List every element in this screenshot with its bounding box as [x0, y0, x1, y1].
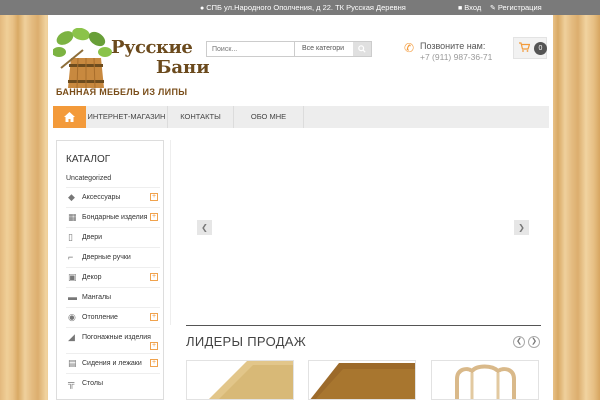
chevron-right-icon: ❯ — [531, 338, 537, 345]
nav-home-button[interactable] — [53, 106, 86, 128]
register-label: Регистрация — [497, 3, 542, 12]
product-image-board-dark — [310, 363, 415, 399]
product-card[interactable] — [186, 360, 294, 400]
logo-slogan: БАННАЯ МЕБЕЛЬ ИЗ ЛИПЫ — [56, 87, 188, 97]
product-image-board — [209, 361, 293, 399]
catalog-item-decor[interactable]: ▣ Декор + — [66, 267, 160, 287]
user-icon: ■ — [458, 5, 463, 12]
bench-icon: ▤ — [68, 358, 77, 368]
top-bar: ● СПБ ул.Народного Ополчения, д 22. ТК Ру… — [0, 0, 600, 15]
register-link[interactable]: ✎ Регистрация — [490, 3, 542, 12]
catalog-item-moldings[interactable]: ◢ Погонажные изделия + — [66, 327, 160, 353]
catalog-item-tables[interactable]: ╦ Столы — [66, 373, 160, 393]
chevron-left-icon: ❮ — [516, 338, 522, 345]
slider-prev-button[interactable]: ❮ — [197, 220, 212, 235]
nav-item-shop[interactable]: ИНТЕРНЕТ-МАГАЗИН — [86, 106, 168, 128]
location-pin-icon: ● — [200, 5, 205, 12]
accessory-icon: ◆ — [68, 192, 75, 202]
catalog-item-label: Столы — [82, 380, 104, 387]
logo-title-line1: Русские — [111, 37, 193, 58]
page-container: Русские Бани БАННАЯ МЕБЕЛЬ ИЗ ЛИПЫ Все к… — [48, 15, 553, 400]
catalog-item-label: Декор — [82, 274, 102, 281]
catalog-item-accessories[interactable]: ◆ Аксессуары + — [66, 187, 160, 207]
expand-icon[interactable]: + — [150, 273, 158, 281]
address-text: СПБ ул.Народного Ополчения, д 22. ТК Рус… — [206, 3, 406, 12]
catalog-item-label: Мангалы — [82, 294, 112, 301]
catalog-item-label: Дверные ручки — [82, 254, 131, 261]
catalog-item-label: Сидения и лежаки — [82, 360, 142, 367]
search-button[interactable] — [353, 42, 371, 56]
heating-icon: ◉ — [68, 312, 76, 322]
section-divider — [186, 325, 541, 326]
catalog-item-label: Бондарные изделия — [82, 214, 148, 221]
catalog-sidebar: КАТАЛОГ Uncategorized ◆ Аксессуары + ▦ Б… — [56, 140, 164, 400]
login-link[interactable]: ■ Вход — [458, 3, 481, 12]
cart-icon — [519, 42, 530, 52]
bestsellers-next-button[interactable]: ❯ — [528, 336, 540, 348]
cart-button[interactable]: 0 — [513, 37, 547, 59]
decor-icon: ▣ — [68, 272, 77, 282]
catalog-item-label: Погонажные изделия — [82, 334, 151, 341]
expand-icon[interactable]: + — [150, 193, 158, 201]
catalog-item-door-handles[interactable]: ⌐ Дверные ручки — [66, 247, 160, 267]
pencil-icon: ✎ — [490, 5, 496, 12]
catalog-item-doors[interactable]: ▯ Двери — [66, 227, 160, 247]
expand-icon[interactable]: + — [150, 359, 158, 367]
product-image-chair — [455, 364, 516, 399]
phone-label: Позвоните нам: — [420, 41, 486, 51]
door-handle-icon: ⌐ — [68, 252, 74, 262]
login-label: Вход — [464, 3, 482, 12]
barrel-icon: ▦ — [68, 212, 77, 222]
product-card[interactable] — [431, 360, 539, 400]
store-address: ● СПБ ул.Народного Ополчения, д 22. ТК Ру… — [200, 3, 406, 12]
chevron-right-icon: ❯ — [518, 223, 525, 232]
category-select[interactable]: Все категори — [302, 45, 344, 52]
grill-icon: ▬ — [68, 292, 77, 302]
door-icon: ▯ — [68, 232, 73, 242]
cart-count-badge: 0 — [534, 42, 547, 55]
catalog-item-label: Двери — [82, 234, 103, 241]
bestsellers-prev-button[interactable]: ❮ — [513, 336, 525, 348]
expand-icon[interactable]: + — [150, 342, 158, 350]
table-icon: ╦ — [68, 378, 75, 388]
molding-icon: ◢ — [68, 332, 75, 342]
expand-icon[interactable]: + — [150, 313, 158, 321]
chevron-left-icon: ❮ — [201, 223, 208, 232]
expand-icon[interactable]: + — [150, 213, 158, 221]
logo-title-line2: Бани — [156, 57, 210, 78]
search-icon — [358, 45, 366, 53]
catalog-item-label: Аксессуары — [82, 194, 121, 201]
slider-divider — [170, 140, 171, 325]
hero-slider: ❮ ❯ — [170, 140, 541, 325]
catalog-title: КАТАЛОГ — [66, 154, 111, 165]
main-nav: ИНТЕРНЕТ-МАГАЗИН КОНТАКТЫ ОБО МНЕ — [53, 106, 549, 128]
slider-next-button[interactable]: ❯ — [514, 220, 529, 235]
catalog-item-cooperage[interactable]: ▦ Бондарные изделия + — [66, 207, 160, 227]
nav-item-contacts[interactable]: КОНТАКТЫ — [168, 106, 234, 128]
catalog-uncategorized-link[interactable]: Uncategorized — [66, 175, 111, 182]
search-bar: Все категори — [206, 41, 372, 57]
phone-number[interactable]: +7 (911) 987-36-71 — [420, 52, 492, 62]
search-input[interactable] — [207, 42, 295, 56]
home-icon — [64, 112, 75, 122]
product-card[interactable] — [308, 360, 416, 400]
catalog-item-label: Отопление — [82, 314, 118, 321]
catalog-item-benches[interactable]: ▤ Сидения и лежаки + — [66, 353, 160, 373]
phone-icon: ✆ — [404, 41, 415, 55]
bestsellers-title: ЛИДЕРЫ ПРОДАЖ — [186, 334, 307, 349]
catalog-item-heating[interactable]: ◉ Отопление + — [66, 307, 160, 327]
nav-item-about[interactable]: ОБО МНЕ — [234, 106, 304, 128]
catalog-item-grills[interactable]: ▬ Мангалы — [66, 287, 160, 307]
